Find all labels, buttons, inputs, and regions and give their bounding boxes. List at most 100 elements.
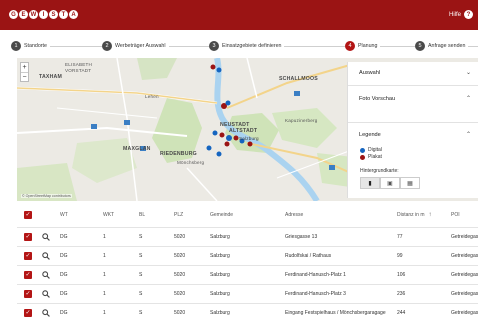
column-header-adresse[interactable]: Adresse bbox=[285, 203, 303, 227]
cell-wkt: 1 bbox=[103, 253, 106, 259]
step-werbetraeger-auswahl[interactable]: 2 Werbeträger Auswahl bbox=[102, 41, 169, 51]
cell-wkt: 1 bbox=[103, 291, 106, 297]
cell-bl: S bbox=[139, 234, 143, 240]
map-label: ALTSTADT bbox=[229, 128, 258, 134]
selection-section[interactable]: Auswahl ⌄ bbox=[348, 62, 478, 86]
basemap-label: Hintergrundkarte: bbox=[360, 168, 399, 174]
row-checkbox[interactable]: ✓ bbox=[24, 304, 32, 322]
photo-preview-section[interactable]: Foto Vorschau ⌃ bbox=[348, 86, 478, 123]
help-button[interactable]: Hilfe ? bbox=[449, 10, 473, 19]
zoom-out-button[interactable]: − bbox=[21, 72, 28, 81]
map-label: TAXHAM bbox=[39, 74, 63, 80]
column-header-bl[interactable]: BL bbox=[139, 203, 145, 227]
cell-distanz: 77 bbox=[397, 234, 403, 240]
magnifier-icon[interactable] bbox=[42, 285, 50, 303]
column-header-plz[interactable]: PLZ bbox=[174, 203, 183, 227]
legend-item-plakat: Plakat bbox=[360, 154, 382, 160]
select-all-checkbox[interactable]: ✓ bbox=[24, 203, 32, 227]
image-icon: ▣ bbox=[387, 180, 393, 187]
logo-letter: S bbox=[49, 10, 58, 19]
cell-wkt: 1 bbox=[103, 272, 106, 278]
table-header-row: ✓ WT WKT BL PLZ Gemeinde Adresse Distanz… bbox=[17, 203, 478, 228]
row-checkbox[interactable]: ✓ bbox=[24, 285, 32, 303]
column-header-poi[interactable]: POI bbox=[451, 203, 460, 227]
table-row[interactable]: ✓ DG 1 S 5020 Salzburg Rudolfskai / Rath… bbox=[17, 247, 478, 266]
step-label: Planung bbox=[358, 43, 378, 49]
cell-wkt: 1 bbox=[103, 234, 106, 240]
magnifier-icon[interactable] bbox=[42, 304, 50, 322]
row-checkbox[interactable]: ✓ bbox=[24, 266, 32, 284]
map-label: MAXGLAN bbox=[123, 146, 151, 152]
step-number: 5 bbox=[415, 41, 425, 51]
map-label: Kapuzinerberg bbox=[285, 118, 318, 123]
cell-gemeinde: Salzburg bbox=[210, 272, 230, 278]
help-label: Hilfe bbox=[448, 11, 461, 18]
legend-label: Plakat bbox=[368, 154, 382, 160]
map-label: VORSTADT bbox=[65, 68, 92, 73]
table-row[interactable]: ✓ DG 1 S 5020 Salzburg Ferdinand-Hanusch… bbox=[17, 285, 478, 304]
cell-gemeinde: Salzburg bbox=[210, 310, 230, 316]
legend-dot bbox=[360, 154, 365, 160]
column-header-wt[interactable]: WT bbox=[60, 203, 68, 227]
logo-letter: T bbox=[59, 10, 68, 19]
chevron-up-icon[interactable]: ⌃ bbox=[466, 131, 471, 138]
row-checkbox[interactable]: ✓ bbox=[24, 247, 32, 265]
logo-letter: G bbox=[9, 10, 18, 19]
results-table: ✓ WT WKT BL PLZ Gemeinde Adresse Distanz… bbox=[17, 203, 478, 322]
cell-poi: Getreidegasse bbox=[451, 291, 478, 297]
step-number: 4 bbox=[345, 41, 355, 51]
legend-dot bbox=[360, 147, 365, 153]
zoom-in-button[interactable]: + bbox=[21, 63, 28, 72]
cell-poi: Getreidegasse bbox=[451, 234, 478, 240]
step-standorte[interactable]: 1 Standorte bbox=[11, 41, 50, 51]
cell-gemeinde: Salzburg bbox=[210, 253, 230, 259]
column-header-distanz[interactable]: Distanz in m ↑ bbox=[397, 203, 432, 227]
step-label: Anfrage senden bbox=[428, 43, 466, 49]
selection-title: Auswahl bbox=[359, 70, 381, 76]
basemap-satellite-button[interactable]: ▣ bbox=[380, 177, 400, 189]
chevron-down-icon[interactable]: ⌄ bbox=[466, 69, 471, 76]
wizard-stepper: 1 Standorte 2 Werbeträger Auswahl 3 Eins… bbox=[0, 31, 478, 58]
cell-wt: DG bbox=[60, 310, 68, 316]
chevron-up-icon[interactable]: ⌃ bbox=[466, 95, 471, 102]
cell-adresse: Griesgasse 13 bbox=[285, 234, 318, 240]
cell-wt: DG bbox=[60, 272, 68, 278]
logo-letter: W bbox=[29, 10, 38, 19]
cell-poi: Getreidegasse bbox=[451, 253, 478, 259]
step-label: Einsatzgebiete definieren bbox=[222, 43, 282, 49]
magnifier-icon[interactable] bbox=[42, 228, 50, 246]
sort-ascending-icon[interactable]: ↑ bbox=[429, 212, 432, 218]
map-label: ELISABETH bbox=[65, 62, 93, 67]
legend-item-digital: Digital bbox=[360, 147, 382, 153]
column-header-wkt[interactable]: WKT bbox=[103, 203, 114, 227]
step-anfrage-senden[interactable]: 5 Anfrage senden bbox=[415, 41, 469, 51]
table-row[interactable]: ✓ DG 1 S 5020 Salzburg Eingang Festspiel… bbox=[17, 304, 478, 322]
step-planung[interactable]: 4 Planung bbox=[345, 41, 381, 51]
cell-adresse: Rudolfskai / Rathaus bbox=[285, 253, 332, 259]
grid-icon: ▦ bbox=[407, 180, 413, 187]
logo-letter: A bbox=[69, 10, 78, 19]
cell-wt: DG bbox=[60, 291, 68, 297]
magnifier-icon[interactable] bbox=[42, 247, 50, 265]
top-header: G E W I S T A Hilfe ? bbox=[0, 0, 478, 30]
cell-adresse: Eingang Festspielhaus / Mönchsbergaragag… bbox=[285, 310, 386, 316]
step-einsatzgebiete[interactable]: 3 Einsatzgebiete definieren bbox=[209, 41, 285, 51]
cell-gemeinde: Salzburg bbox=[210, 291, 230, 297]
map-label: SCHALLMOOS bbox=[279, 76, 318, 82]
step-number: 1 bbox=[11, 41, 21, 51]
map-side-panel: Auswahl ⌄ Foto Vorschau ⌃ Legende ⌃ Digi… bbox=[347, 62, 478, 198]
cell-distanz: 99 bbox=[397, 253, 403, 259]
gewista-logo[interactable]: G E W I S T A bbox=[9, 10, 78, 19]
basemap-map-button[interactable]: ▮ bbox=[360, 177, 380, 189]
row-checkbox[interactable]: ✓ bbox=[24, 228, 32, 246]
logo-letter: E bbox=[19, 10, 28, 19]
magnifier-icon[interactable] bbox=[42, 266, 50, 284]
column-header-gemeinde[interactable]: Gemeinde bbox=[210, 203, 233, 227]
cell-poi: Getreidegasse bbox=[451, 310, 478, 316]
table-row[interactable]: ✓ DG 1 S 5020 Salzburg Griesgasse 13 77 … bbox=[17, 228, 478, 247]
cell-wt: DG bbox=[60, 253, 68, 259]
cell-bl: S bbox=[139, 253, 143, 259]
table-row[interactable]: ✓ DG 1 S 5020 Salzburg Ferdinand-Hanusch… bbox=[17, 266, 478, 285]
basemap-grid-button[interactable]: ▦ bbox=[400, 177, 420, 189]
map-label: RIEDENBURG bbox=[160, 151, 197, 157]
